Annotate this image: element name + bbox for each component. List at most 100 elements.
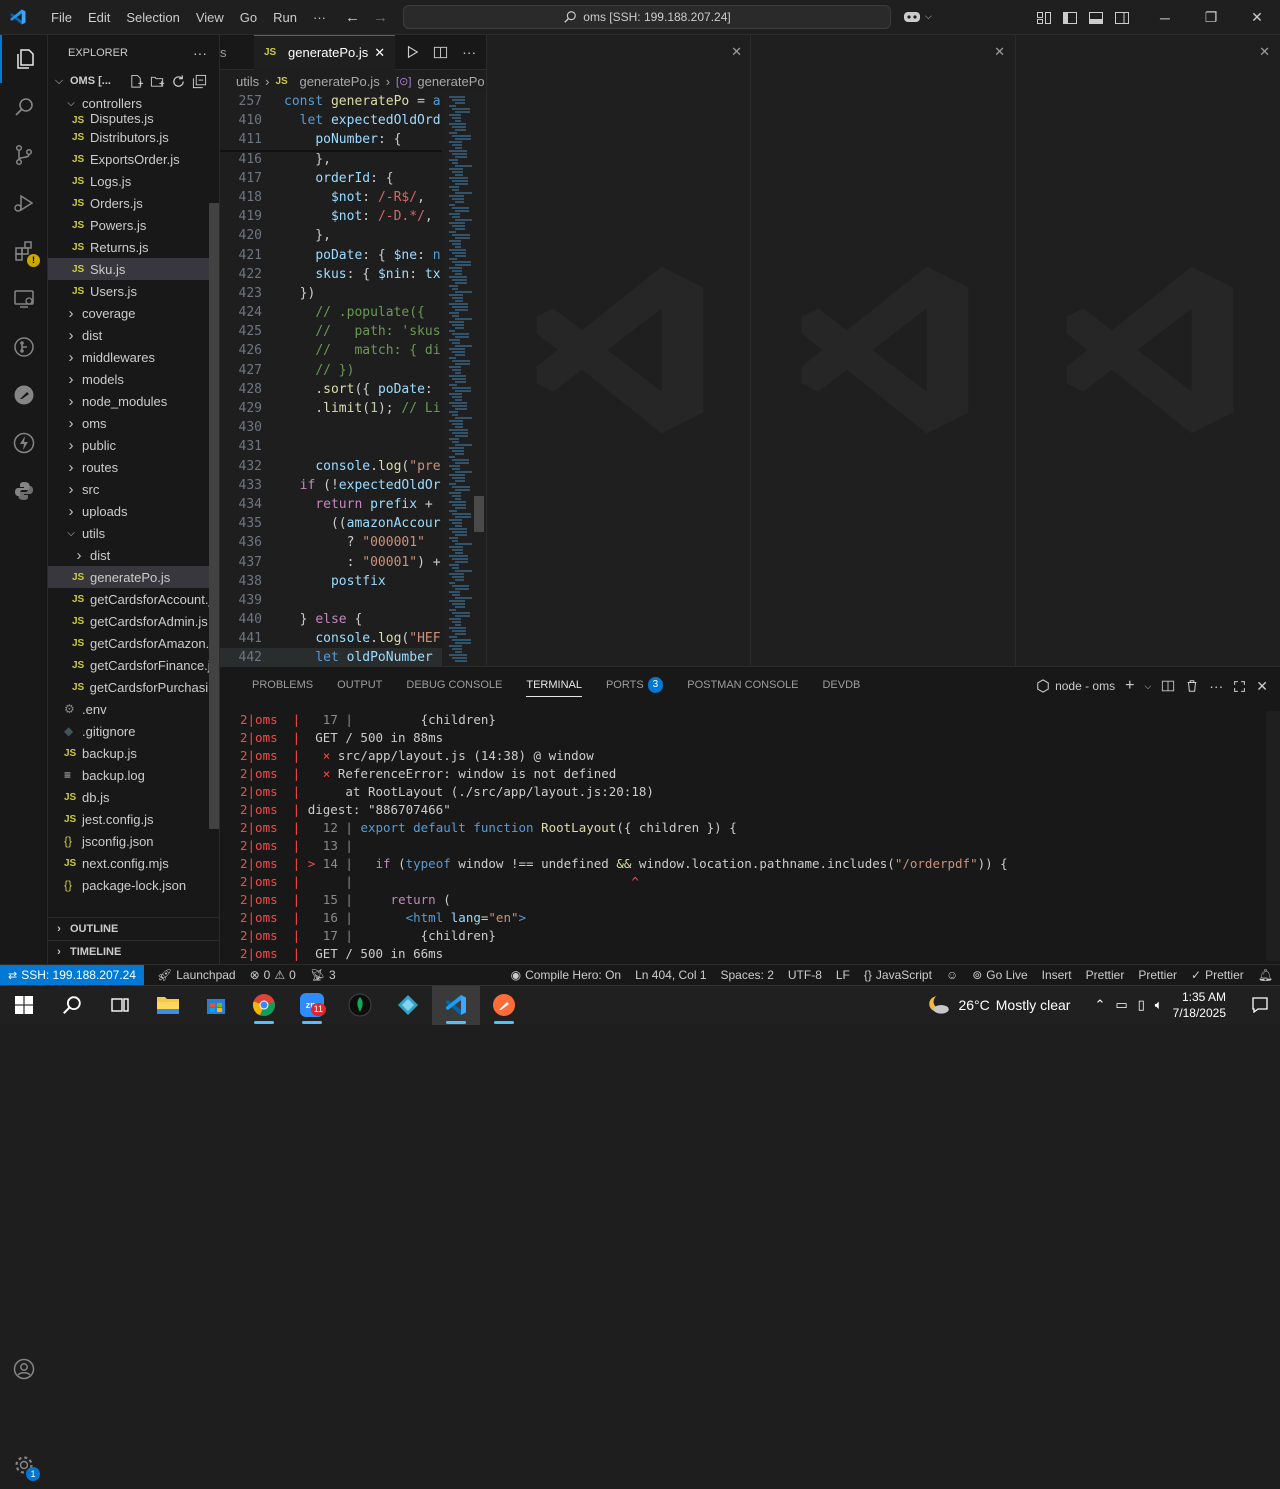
file-item[interactable]: JS generatePo.js [48, 566, 219, 588]
folder-item[interactable]: › node_modules [48, 390, 219, 412]
close-group-icon[interactable]: ✕ [994, 44, 1005, 60]
folder-item[interactable]: › models [48, 368, 219, 390]
search-activity[interactable] [0, 83, 48, 131]
file-item[interactable]: JS Distributors.js [48, 126, 219, 148]
close-window-button[interactable]: ✕ [1234, 0, 1280, 35]
split-editor-icon[interactable] [433, 45, 448, 60]
taskbar-mongodb[interactable] [336, 986, 384, 1025]
notifications-item[interactable]: 🔔︎ [1251, 968, 1280, 982]
volume-icon[interactable]: 🔈︎ [1155, 997, 1163, 1013]
manage-activity[interactable]: 1 [0, 1441, 48, 1489]
taskbar-zoom[interactable]: zm 11 [288, 986, 336, 1025]
outline-section[interactable]: › OUTLINE [48, 917, 219, 939]
code-editor[interactable]: 257 const generatePo = a 410 let expectedO… [220, 92, 442, 666]
restore-button[interactable]: ❐ [1188, 0, 1234, 35]
folder-item[interactable]: › middlewares [48, 346, 219, 368]
folder-item[interactable]: › uploads [48, 500, 219, 522]
command-center[interactable]: oms [SSH: 199.188.207.24] [403, 5, 891, 29]
collapse-all-icon[interactable] [192, 74, 207, 89]
tab-devdb[interactable]: DEVDB [810, 667, 872, 703]
chevron-down-icon[interactable]: ⌵ [1144, 681, 1151, 692]
toggle-secondary-sidebar-icon[interactable] [1114, 10, 1130, 26]
panel-more-icon[interactable]: ··· [1209, 678, 1223, 694]
thunder-client-activity[interactable] [0, 419, 48, 467]
tab-problems[interactable]: PROBLEMS [240, 667, 325, 703]
taskbar-file-explorer[interactable] [144, 986, 192, 1025]
file-item[interactable]: ≡ backup.log [48, 764, 219, 786]
minimap[interactable] [442, 92, 474, 666]
tray-chevron-up-icon[interactable]: ⌃ [1094, 997, 1105, 1013]
file-item[interactable]: JS Sku.js [48, 258, 219, 280]
more-actions-icon[interactable]: ··· [193, 45, 207, 61]
toggle-primary-sidebar-icon[interactable] [1062, 10, 1078, 26]
breadcrumb-utils[interactable]: utils [236, 74, 259, 89]
file-item[interactable]: JS db.js [48, 786, 219, 808]
tab-output[interactable]: OUTPUT [325, 667, 394, 703]
workspace-root[interactable]: ⌵ OMS [... [48, 70, 219, 92]
go-live-item[interactable]: ⊚ Go Live [965, 968, 1034, 982]
network-icon[interactable]: ▭ [1115, 997, 1127, 1013]
tab-debug-console[interactable]: DEBUG CONSOLE [394, 667, 514, 703]
source-control-activity[interactable] [0, 131, 48, 179]
notification-center[interactable] [1240, 986, 1280, 1025]
toggle-panel-icon[interactable] [1088, 10, 1104, 26]
file-item[interactable]: JS getCardsforFinance.js [48, 654, 219, 676]
file-item[interactable]: {} package-lock.json [48, 874, 219, 896]
menu-file[interactable]: File [43, 10, 80, 25]
terminal-selector[interactable]: node - oms [1036, 679, 1115, 693]
editor-more-icon[interactable]: ··· [462, 44, 476, 60]
indentation[interactable]: Spaces: 2 [714, 968, 781, 982]
close-group-icon[interactable]: ✕ [1259, 44, 1270, 60]
run-file-icon[interactable] [405, 45, 419, 59]
new-terminal-icon[interactable]: + [1125, 677, 1134, 695]
remote-indicator[interactable]: ⇄ SSH: 199.188.207.24 [0, 964, 144, 986]
taskbar-app-diamond[interactable] [384, 986, 432, 1025]
taskbar-chrome[interactable] [240, 986, 288, 1025]
python-activity[interactable] [0, 467, 48, 515]
refresh-icon[interactable] [171, 74, 186, 89]
file-item[interactable]: JS backup.js [48, 742, 219, 764]
folder-item[interactable]: › public [48, 434, 219, 456]
end-of-line[interactable]: LF [829, 968, 857, 982]
tab-generatepo[interactable]: JS generatePo.js ✕ [254, 34, 396, 70]
file-item[interactable]: JS Returns.js [48, 236, 219, 258]
copilot-button[interactable]: ⌵ [902, 8, 932, 24]
taskbar-store[interactable] [192, 986, 240, 1025]
back-arrow-icon[interactable]: ← [345, 9, 360, 26]
file-item[interactable]: JS next.config.mjs [48, 852, 219, 874]
problems-item[interactable]: ⊗ 0 ⚠︎ 0 [243, 968, 303, 982]
folder-item[interactable]: › dist [48, 544, 219, 566]
file-item[interactable]: JS getCardsforAmazon.js [48, 632, 219, 654]
file-item[interactable]: JS getCardsforAdmin.js [48, 610, 219, 632]
folder-item[interactable]: › routes [48, 456, 219, 478]
folder-item[interactable]: ⌵ controllers [48, 92, 219, 114]
sidebar-scrollbar[interactable] [209, 203, 219, 829]
language-mode[interactable]: {} JavaScript [857, 968, 939, 982]
prettier-item-1[interactable]: Prettier [1079, 968, 1132, 982]
task-view[interactable] [96, 986, 144, 1025]
menu-edit[interactable]: Edit [80, 10, 118, 25]
file-item[interactable]: JS Orders.js [48, 192, 219, 214]
insert-mode[interactable]: Insert [1035, 968, 1079, 982]
cursor-position[interactable]: Ln 404, Col 1 [628, 968, 713, 982]
file-item[interactable]: JS Disputes.js [48, 114, 219, 126]
terminal-output[interactable]: 2|oms | 17 | {children} 2|oms | GET / 500… [240, 711, 1260, 964]
file-item[interactable]: ◆ .gitignore [48, 720, 219, 742]
close-tab-icon[interactable]: ✕ [374, 45, 385, 61]
run-debug-activity[interactable] [0, 179, 48, 227]
file-item[interactable]: {} jsconfig.json [48, 830, 219, 852]
remote-explorer-activity[interactable] [0, 275, 48, 323]
menu-more[interactable]: ··· [305, 10, 334, 25]
timeline-section[interactable]: › TIMELINE [48, 940, 219, 962]
forward-arrow-icon[interactable]: → [373, 9, 388, 26]
tab-postman-console[interactable]: POSTMAN CONSOLE [675, 667, 810, 703]
taskbar-vscode[interactable] [432, 985, 480, 1025]
gitlens-activity[interactable] [0, 323, 48, 371]
launchpad-item[interactable]: 🚀︎ Launchpad [150, 968, 243, 982]
monitor-icon[interactable]: ▯ [1138, 997, 1145, 1013]
terminal-scrollbar[interactable] [1266, 711, 1280, 961]
folder-item[interactable]: › coverage [48, 302, 219, 324]
editor-scrollbar-thumb[interactable] [474, 496, 484, 532]
file-item[interactable]: JS getCardsforPurchasi... [48, 676, 219, 698]
ports-item[interactable]: 📡︎ 3 [303, 968, 343, 982]
